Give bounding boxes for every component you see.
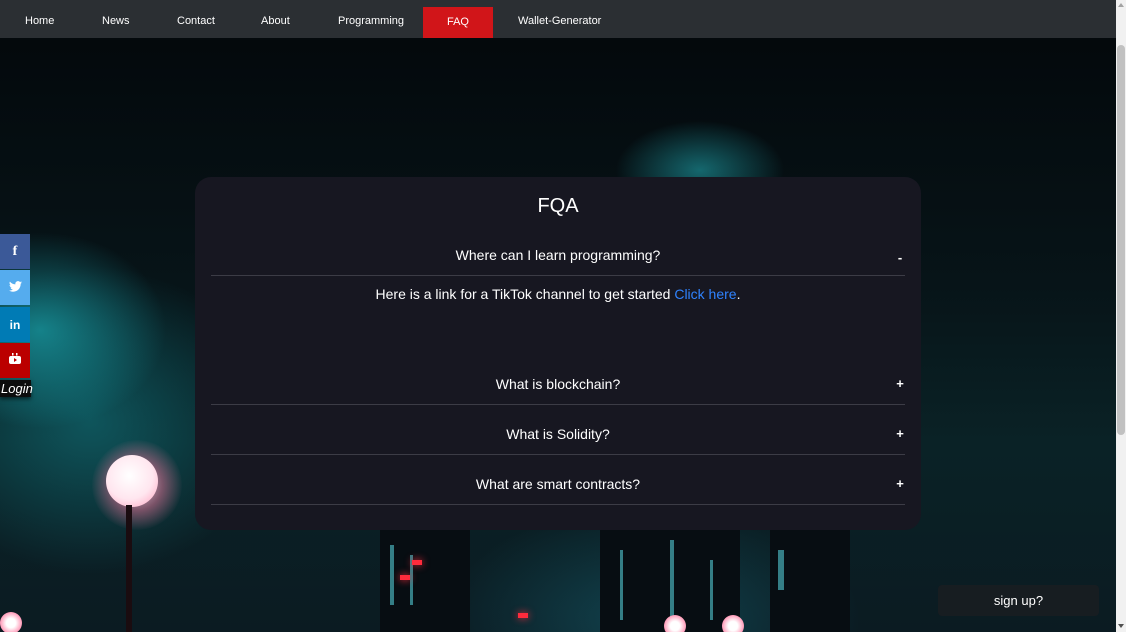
twitter-icon bbox=[8, 279, 22, 297]
faq-item-solidity[interactable]: What is Solidity? + bbox=[211, 405, 905, 455]
youtube-button[interactable] bbox=[0, 343, 30, 378]
nav-faq[interactable]: FAQ bbox=[423, 7, 493, 38]
lamp-post bbox=[126, 505, 132, 632]
faq-item-blockchain[interactable]: What is blockchain? + bbox=[211, 355, 905, 405]
red-light bbox=[412, 560, 422, 565]
faq-answer-text: Here is a link for a TikTok channel to g… bbox=[375, 286, 675, 302]
expand-icon[interactable]: + bbox=[895, 476, 905, 491]
facebook-button[interactable]: f bbox=[0, 234, 30, 269]
twitter-button[interactable] bbox=[0, 270, 30, 305]
nav-programming[interactable]: Programming bbox=[338, 6, 404, 37]
nav-about[interactable]: About bbox=[261, 6, 290, 37]
faq-answer: Here is a link for a TikTok channel to g… bbox=[211, 286, 905, 302]
building-silhouette bbox=[380, 530, 470, 632]
facebook-icon: f bbox=[12, 243, 18, 259]
faq-item-smart-contracts[interactable]: What are smart contracts? + bbox=[211, 455, 905, 505]
faq-question: What is Solidity? bbox=[506, 426, 610, 442]
youtube-icon bbox=[9, 352, 21, 370]
street-lamp-bulb bbox=[0, 612, 22, 632]
street-lamp-bulb bbox=[722, 615, 744, 632]
signup-button[interactable]: sign up? bbox=[938, 585, 1099, 616]
scroll-up-arrow-icon[interactable] bbox=[1118, 3, 1124, 7]
nav-contact[interactable]: Contact bbox=[177, 6, 215, 37]
page-scrollbar[interactable] bbox=[1116, 0, 1126, 632]
scroll-down-arrow-icon[interactable] bbox=[1118, 624, 1124, 628]
collapse-icon[interactable]: - bbox=[895, 250, 905, 265]
faq-question: Where can I learn programming? bbox=[455, 247, 661, 263]
login-button[interactable]: Login bbox=[0, 380, 33, 397]
nav-wallet-generator[interactable]: Wallet-Generator bbox=[518, 6, 601, 37]
expand-icon[interactable]: + bbox=[895, 426, 905, 441]
street-lamp bbox=[106, 455, 158, 507]
expand-icon[interactable]: + bbox=[895, 376, 905, 391]
linkedin-button[interactable]: in bbox=[0, 307, 30, 342]
faq-item-learn-programming[interactable]: Where can I learn programming? - bbox=[211, 226, 905, 276]
street-lamp-bulb bbox=[664, 615, 686, 632]
nav-home[interactable]: Home bbox=[25, 6, 54, 37]
red-light bbox=[400, 575, 410, 580]
nav-news[interactable]: News bbox=[102, 6, 130, 37]
scrollbar-thumb[interactable] bbox=[1117, 45, 1125, 435]
top-navigation: Home News Contact About Programming FAQ … bbox=[0, 0, 1116, 38]
click-here-link[interactable]: Click here bbox=[674, 286, 736, 302]
building-silhouette bbox=[770, 530, 850, 632]
faq-question: What is blockchain? bbox=[495, 376, 621, 392]
faq-title: FQA bbox=[537, 195, 579, 217]
red-light bbox=[518, 613, 528, 618]
faq-question: What are smart contracts? bbox=[475, 476, 641, 492]
faq-answer-suffix: . bbox=[736, 286, 741, 302]
linkedin-icon: in bbox=[9, 317, 21, 332]
